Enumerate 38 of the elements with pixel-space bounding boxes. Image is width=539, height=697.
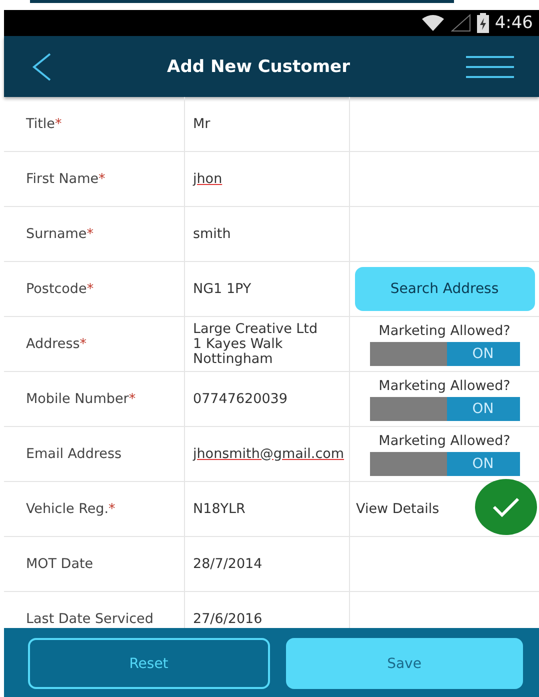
field-label: First Name*: [26, 171, 106, 187]
status-time: 4:46: [494, 13, 533, 33]
view-details-link[interactable]: View Details: [356, 501, 440, 517]
toggle-state-text: ON: [472, 346, 494, 362]
field-label: Postcode*: [26, 281, 94, 297]
field-value[interactable]: 27/6/2016: [193, 612, 262, 626]
screen-title: Add New Customer: [167, 56, 350, 76]
save-button[interactable]: Save: [286, 638, 523, 689]
search-address-button[interactable]: Search Address: [354, 267, 534, 311]
toggle-state-text: ON: [472, 456, 494, 472]
field-label: Email Address: [26, 446, 122, 462]
field-value[interactable]: Mr: [193, 116, 210, 132]
field-value[interactable]: smith: [193, 226, 231, 242]
field-label: Last Date Serviced: [26, 611, 154, 627]
marketing-label: Marketing Allowed?: [378, 378, 510, 394]
reset-button[interactable]: Reset: [28, 638, 270, 689]
field-value[interactable]: 28/7/2014: [193, 556, 262, 572]
menu-icon[interactable]: [465, 54, 515, 78]
back-icon[interactable]: [32, 52, 52, 80]
signal-icon: [450, 14, 471, 32]
field-value[interactable]: 07747620039: [193, 392, 288, 406]
battery-icon: [476, 13, 489, 33]
field-label: Title*: [26, 116, 62, 132]
field-label: MOT Date: [26, 556, 94, 572]
field-value[interactable]: Large Creative Ltd 1 Kayes Walk Nottingham: [193, 322, 318, 366]
field-value[interactable]: jhon: [193, 172, 222, 186]
toggle-state-text: ON: [472, 400, 494, 416]
check-icon: [491, 496, 521, 518]
field-label: Address*: [26, 336, 87, 352]
wifi-icon: [420, 14, 445, 32]
marketing-label: Marketing Allowed?: [378, 322, 510, 338]
field-value[interactable]: jhonsmith@gmail.com: [193, 446, 344, 462]
field-label: Surname*: [26, 226, 94, 242]
field-value[interactable]: NG1 1PY: [193, 282, 252, 296]
field-label: Mobile Number*: [26, 391, 136, 407]
field-value[interactable]: N18YLR: [193, 502, 246, 516]
marketing-label: Marketing Allowed?: [378, 432, 510, 448]
field-label: Vehicle Reg.*: [26, 501, 116, 517]
